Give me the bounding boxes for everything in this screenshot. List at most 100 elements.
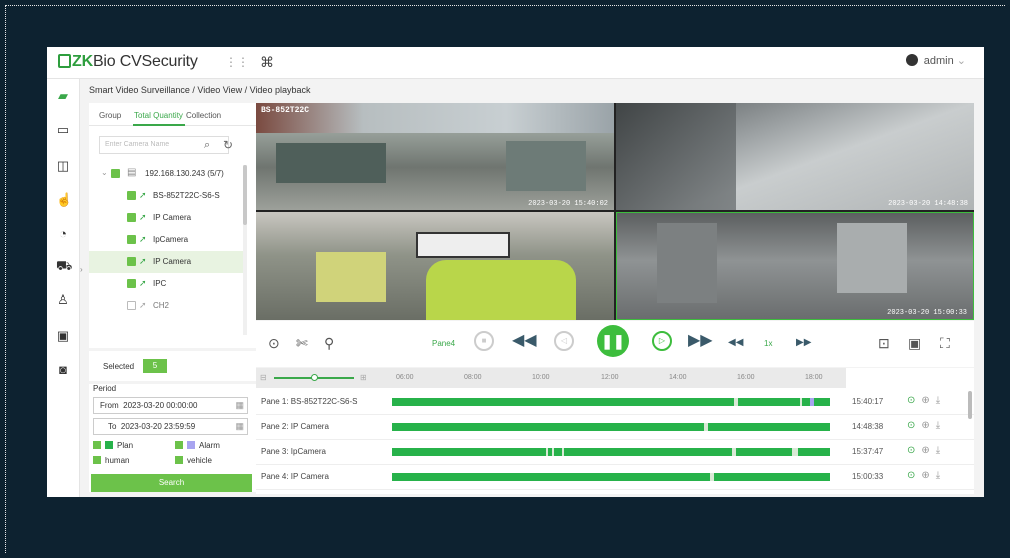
timeline-row[interactable]: Pane 3: IpCamera 15:37:47 ⊙⊕⤓	[256, 439, 974, 465]
tree-item-checkbox[interactable]	[127, 279, 136, 288]
refresh-icon[interactable]: ↻	[223, 138, 233, 152]
tab-total-quantity[interactable]: Total Quantity	[134, 111, 183, 120]
step-forward-icon[interactable]: ▷	[652, 331, 672, 351]
locate-icon[interactable]: ⊙	[907, 470, 921, 481]
expand-icon[interactable]: ⌄	[101, 168, 108, 177]
slow-down-icon[interactable]: ◀◀	[728, 333, 743, 353]
calendar-icon[interactable]: ▦	[235, 421, 244, 432]
download-icon[interactable]: ⤓	[936, 445, 946, 456]
pause-button[interactable]: ❚❚	[597, 325, 629, 357]
camera-nav-icon[interactable]: ◙	[56, 363, 70, 376]
user-group-nav-icon[interactable]: ♙	[56, 293, 70, 306]
human-checkbox[interactable]: human	[93, 456, 129, 465]
display-nav-icon[interactable]: ◫	[56, 159, 70, 172]
timeline-row[interactable]: Pane 4: IP Camera 15:00:33 ⊙⊕⤓	[256, 464, 974, 490]
timeline-header: ⊟ ⊞ 06:00 08:00 10:00 12:00 14:00 16:00 …	[256, 368, 846, 388]
timeline-tick: 12:00	[601, 374, 619, 381]
sync-icon[interactable]: ⊕	[921, 470, 935, 481]
timeline-scrollbar[interactable]	[968, 391, 972, 481]
zoom-out-icon[interactable]: ⊟	[260, 373, 267, 382]
tree-item-label: BS-852T22C-S6-S	[153, 191, 220, 200]
sync-icon[interactable]: ⊕	[921, 420, 935, 431]
playback-speed: 1x	[764, 339, 773, 348]
active-tab-indicator	[133, 124, 185, 126]
to-date-field[interactable]: To 2023-03-20 23:59:59 ▦	[93, 418, 248, 435]
download-icon[interactable]: ⤓	[936, 420, 946, 431]
tree-item[interactable]: ➚ IPC	[89, 273, 244, 295]
video-pane-2[interactable]: 2023-03-20 14:48:38	[616, 103, 974, 210]
timeline-row[interactable]: Pane 2: IP Camera 14:48:38 ⊙⊕⤓	[256, 414, 974, 440]
tab-collection[interactable]: Collection	[186, 111, 221, 120]
pane-4-timestamp: 2023-03-20 15:00:33	[887, 309, 967, 317]
sync-icon[interactable]: ⊕	[921, 445, 935, 456]
video-pane-4[interactable]: 2023-03-20 15:00:33	[616, 212, 974, 320]
camera-offline-icon: ➚	[139, 300, 147, 310]
tree-item[interactable]: ➚ IP Camera	[89, 207, 244, 229]
timeline-panel: ⊟ ⊞ 06:00 08:00 10:00 12:00 14:00 16:00 …	[256, 368, 974, 494]
timeline-row[interactable]: Pane 1: BS-852T22C-S6-S 15:40:17 ⊙⊕⤓	[256, 389, 974, 415]
step-back-icon[interactable]: ◁	[554, 331, 574, 351]
playback-bar[interactable]	[392, 423, 830, 431]
tree-item-label: CH2	[153, 301, 170, 310]
stop-icon[interactable]: ■	[474, 331, 494, 351]
tree-scrollbar[interactable]	[243, 165, 247, 335]
user-menu[interactable]: admin ⌄	[905, 54, 966, 67]
sync-icon[interactable]: ⊕	[921, 395, 935, 406]
playback-bar[interactable]	[392, 398, 830, 406]
locate-icon[interactable]: ⊙	[907, 420, 921, 431]
tree-item[interactable]: ➚ CH2	[89, 295, 244, 317]
vehicle-checkbox[interactable]: vehicle	[175, 456, 212, 465]
gesture-nav-icon[interactable]: ☝	[56, 193, 72, 206]
from-date-field[interactable]: From 2023-03-20 00:00:00 ▦	[93, 397, 248, 414]
fullscreen-icon[interactable]: ⛶	[940, 333, 950, 353]
camera-snapshot-icon[interactable]: ⊙	[268, 333, 280, 353]
clip-icon[interactable]: ✄	[296, 333, 308, 353]
tree-root[interactable]: ⌄ ▤ 192.168.130.243 (5/7)	[89, 163, 244, 185]
tree-item-checkbox[interactable]	[127, 191, 136, 200]
command-icon[interactable]: ⌘	[260, 54, 274, 71]
timeline-tick: 06:00	[396, 374, 414, 381]
brand-mark-icon	[58, 54, 71, 68]
tree-item-label: IP Camera	[153, 257, 192, 266]
search-button[interactable]: Search	[91, 474, 252, 492]
zoom-tool-icon[interactable]: ⚲	[324, 333, 334, 353]
video-pane-3[interactable]	[256, 212, 614, 320]
tree-item[interactable]: ➚ BS-852T22C-S6-S	[89, 185, 244, 207]
tree-item[interactable]: ➚ IP Camera	[89, 251, 244, 273]
tree-item[interactable]: ➚ IpCamera	[89, 229, 244, 251]
alarm-checkbox[interactable]: Alarm	[175, 441, 220, 450]
tree-item-checkbox[interactable]	[127, 301, 136, 310]
locate-icon[interactable]: ⊙	[907, 445, 921, 456]
collapse-panel-icon[interactable]: ›	[80, 265, 83, 274]
left-panel: Group Total Quantity Collection Enter Ca…	[89, 103, 256, 493]
tab-group[interactable]: Group	[99, 111, 121, 120]
layout-icon[interactable]: ▣	[908, 333, 921, 353]
rewind-icon[interactable]: ◀◀	[512, 331, 537, 351]
selected-label: Selected	[103, 362, 135, 371]
download-icon[interactable]: ⤓	[936, 470, 946, 481]
video-nav-icon[interactable]: ▰	[56, 89, 70, 102]
plan-checkbox[interactable]: Plan	[93, 441, 133, 450]
video-pane-1[interactable]: BS-852T22C 2023-03-20 15:40:02	[256, 103, 614, 210]
vehicle-nav-icon[interactable]: ⛟	[56, 259, 72, 272]
playback-bar[interactable]	[392, 448, 830, 456]
zoom-in-icon[interactable]: ⊞	[360, 373, 367, 382]
playback-bar[interactable]	[392, 473, 830, 481]
tree-item-checkbox[interactable]	[127, 213, 136, 222]
tree-root-checkbox[interactable]	[111, 169, 120, 178]
timeline-tick: 18:00	[805, 374, 823, 381]
face-nav-icon[interactable]: ▣	[56, 329, 70, 342]
fast-forward-icon[interactable]: ▶▶	[688, 331, 713, 351]
timeline-zoom-slider[interactable]	[274, 374, 354, 381]
calendar-icon[interactable]: ▦	[235, 400, 244, 411]
clock-nav-icon[interactable]: ◔	[56, 227, 70, 240]
tree-item-checkbox[interactable]	[127, 235, 136, 244]
apps-grid-icon[interactable]: ⋮⋮	[225, 56, 249, 68]
download-icon[interactable]: ⤓	[936, 395, 946, 406]
tree-item-checkbox[interactable]	[127, 257, 136, 266]
search-icon[interactable]: ⌕	[204, 139, 210, 152]
monitor-nav-icon[interactable]: ▭	[56, 123, 70, 136]
speed-up-icon[interactable]: ▶▶	[796, 333, 811, 353]
locate-icon[interactable]: ⊙	[907, 395, 921, 406]
fit-screen-icon[interactable]: ⊡	[878, 333, 890, 353]
